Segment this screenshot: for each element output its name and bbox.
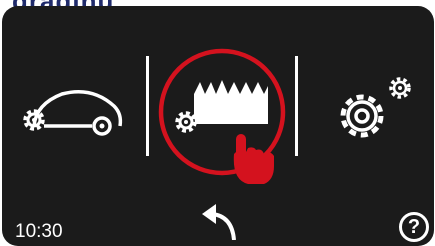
help-label: ? (407, 215, 421, 238)
gears-icon (340, 77, 411, 138)
back-button[interactable] (198, 200, 242, 240)
grass-height-gear-icon (158, 48, 286, 184)
cutting-height-button[interactable] (152, 42, 292, 192)
mower-gear-icon (23, 90, 123, 136)
hand-pointer-icon (233, 134, 274, 184)
help-button[interactable]: ? (399, 212, 429, 242)
back-arrow-icon (202, 204, 236, 240)
general-settings-button[interactable] (332, 72, 416, 146)
status-clock: 10:30 (15, 221, 63, 242)
menu-divider-left (146, 56, 149, 156)
menu-divider-right (295, 56, 298, 156)
device-screen: 10:30 ? (2, 6, 434, 246)
mower-settings-button[interactable] (14, 76, 124, 146)
